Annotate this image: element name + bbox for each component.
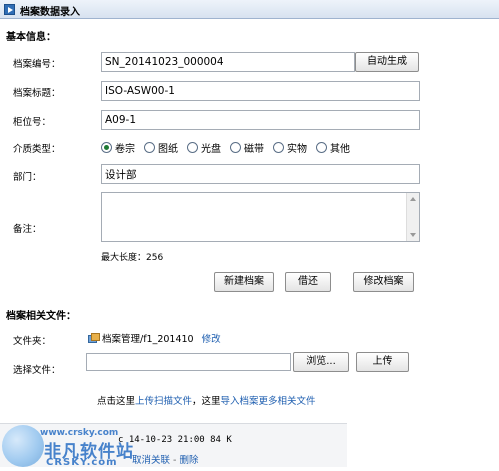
radio-option-tuzhi[interactable]: 图纸: [144, 140, 178, 155]
page-title: 档案数据录入: [20, 7, 80, 18]
folder-icon: [88, 333, 100, 343]
media-type-label: 介质类型：: [13, 144, 61, 155]
radio-option-guangpan[interactable]: 光盘: [187, 140, 221, 155]
cancel-association-link[interactable]: 取消关联: [132, 455, 170, 466]
radio-option-cidai[interactable]: 磁带: [230, 140, 264, 155]
department-input[interactable]: [101, 164, 420, 184]
upload-scan-link[interactable]: 上传扫描文件: [135, 396, 192, 407]
select-file-label: 选择文件：: [13, 365, 61, 376]
watermark-domain: CRSKY.com: [46, 457, 118, 468]
file-actions: 取消关联 - 删除: [132, 455, 199, 466]
radio-option-juanzong[interactable]: 卷宗: [101, 140, 135, 155]
radio-icon[interactable]: [230, 141, 241, 153]
radio-icon[interactable]: [273, 141, 284, 153]
archive-no-label: 档案编号：: [13, 59, 61, 70]
archive-title-label: 档案标题：: [13, 88, 61, 99]
folder-edit-link[interactable]: 修改: [202, 331, 221, 345]
browse-button[interactable]: 浏览...: [293, 352, 349, 372]
play-arrow-icon: [4, 4, 15, 15]
borrow-return-button[interactable]: 借还: [285, 272, 331, 292]
folder-path: 档案管理/f1_201410 修改: [88, 331, 221, 345]
file-meta: c 14-10-23 21:00 84 K: [118, 435, 232, 445]
import-files-link[interactable]: 导入档案更多相关文件: [221, 396, 316, 407]
radio-icon[interactable]: [187, 141, 198, 153]
remark-label: 备注：: [13, 224, 42, 235]
related-files-heading: 档案相关文件：: [6, 311, 76, 322]
cabinet-label: 柜位号：: [13, 117, 52, 128]
basic-info-heading: 基本信息：: [6, 32, 56, 43]
cabinet-input[interactable]: [101, 110, 420, 130]
auto-generate-button[interactable]: 自动生成: [355, 52, 419, 72]
scroll-down-arrow-icon[interactable]: [410, 233, 416, 237]
department-label: 部门：: [13, 172, 42, 183]
delete-file-link[interactable]: 删除: [180, 455, 199, 466]
radio-option-shiwu[interactable]: 实物: [273, 140, 307, 155]
upload-hint: 点击这里上传扫描文件，这里导入档案更多相关文件: [97, 396, 316, 407]
radio-checked-icon[interactable]: [101, 141, 112, 153]
scroll-up-arrow-icon[interactable]: [410, 197, 416, 201]
media-type-radio-group: 卷宗 图纸 光盘 磁带 实物 其他: [101, 139, 359, 155]
watermark-logo-icon: [2, 425, 44, 467]
remark-scrollbar[interactable]: [406, 193, 419, 241]
modify-archive-button[interactable]: 修改档案: [353, 272, 414, 292]
folder-label: 文件夹：: [13, 336, 52, 347]
file-path-input[interactable]: [86, 353, 291, 371]
upload-button[interactable]: 上传: [356, 352, 409, 372]
remark-textarea[interactable]: [101, 192, 420, 242]
archive-title-input[interactable]: [101, 81, 420, 101]
radio-icon[interactable]: [316, 141, 327, 153]
new-archive-button[interactable]: 新建档案: [214, 272, 274, 292]
radio-icon[interactable]: [144, 141, 155, 153]
archive-no-input[interactable]: [101, 52, 355, 72]
window-title-bar: 档案数据录入: [0, 0, 499, 19]
radio-option-qita[interactable]: 其他: [316, 140, 350, 155]
max-length-note: 最大长度：256: [101, 253, 164, 263]
